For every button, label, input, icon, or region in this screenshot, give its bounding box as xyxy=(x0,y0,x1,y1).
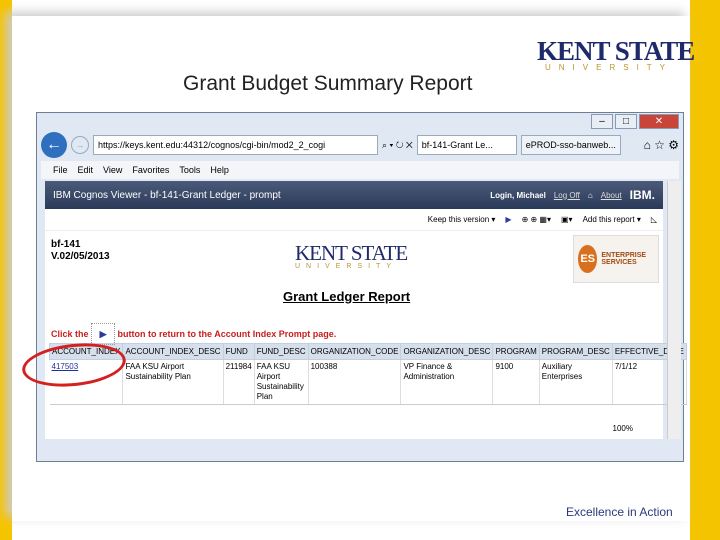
report-kent-state-logo: KENT STATE UNIVERSITY xyxy=(295,241,408,270)
enterprise-services-logo: ES ENTERPRISE SERVICES xyxy=(573,235,659,283)
report-title: Grant Ledger Report xyxy=(283,289,411,304)
address-bar[interactable]: https://keys.kent.edu:44312/cognos/cgi-b… xyxy=(93,135,378,155)
column-header: PROGRAM_DESC xyxy=(538,343,613,360)
table-cell: 9100 xyxy=(492,359,540,405)
kent-state-logo: KENT STATE UNIVERSITY xyxy=(537,36,695,72)
column-header: PROGRAM xyxy=(492,343,540,360)
browser-window: – □ ✕ ← → https://keys.kent.edu:44312/cogn… xyxy=(36,112,688,462)
column-header: FUND xyxy=(222,343,255,360)
back-button[interactable]: ← xyxy=(41,132,67,158)
run-icon[interactable]: ▶ xyxy=(505,215,511,224)
close-button[interactable]: ✕ xyxy=(639,114,679,129)
ibm-logo: IBM. xyxy=(629,188,655,202)
maximize-button[interactable]: □ xyxy=(615,114,637,129)
table-cell: 211984 xyxy=(223,359,255,405)
forward-button[interactable]: → xyxy=(71,136,89,154)
table-cell: VP Finance & Administration xyxy=(400,359,494,405)
menu-bar: File Edit View Favorites Tools Help xyxy=(41,161,679,179)
page-content: IBM Cognos Viewer - bf-141-Grant Ledger … xyxy=(45,181,688,439)
keep-version-button[interactable]: Keep this version ▾ xyxy=(428,215,496,224)
return-prompt-button[interactable]: ▶ xyxy=(91,323,116,345)
table-cell: FAA KSU Airport Sustainability Plan xyxy=(254,359,309,405)
tab-eprod[interactable]: ePROD-sso-banweb... xyxy=(520,135,621,155)
slide-title: Grant Budget Summary Report xyxy=(183,72,473,95)
tagline: Excellence in Action xyxy=(566,505,673,519)
vertical-scrollbar[interactable] xyxy=(667,181,681,439)
format-icon[interactable]: ▣▾ xyxy=(561,215,573,224)
drill-icons[interactable]: ⊕ ⊕ ▦▾ xyxy=(522,215,551,224)
column-header: ORGANIZATION_DESC xyxy=(400,343,494,360)
cognos-header: IBM Cognos Viewer - bf-141-Grant Ledger … xyxy=(45,181,663,209)
search-icon[interactable]: ⌕ ▾ ↻ ✕ xyxy=(382,140,413,151)
menu-favorites[interactable]: Favorites xyxy=(132,161,169,179)
slide-stripe-left xyxy=(0,0,12,540)
instruction-text: Click the ▶ button to return to the Acco… xyxy=(45,323,663,345)
about-link[interactable]: About xyxy=(601,191,622,200)
menu-help[interactable]: Help xyxy=(210,161,229,179)
menu-file[interactable]: File xyxy=(53,161,68,179)
report-version: bf-141 V.02/05/2013 xyxy=(51,239,110,262)
home-star-gear-icons[interactable]: ⌂ ☆ ⚙ xyxy=(644,138,679,152)
menu-edit[interactable]: Edit xyxy=(78,161,94,179)
column-header: ACCOUNT_INDEX_DESC xyxy=(122,343,224,360)
cognos-title: IBM Cognos Viewer - bf-141-Grant Ledger … xyxy=(53,189,281,201)
minimize-button[interactable]: – xyxy=(591,114,613,129)
report-table: ACCOUNT_INDEX ACCOUNT_INDEX_DESC FUND FUND_… xyxy=(48,343,688,405)
add-report-button[interactable]: Add this report ▾ xyxy=(583,215,641,224)
table-row: 417503 FAA KSU Airport Sustainability Pla… xyxy=(49,359,688,405)
chart-icon[interactable]: ◺ xyxy=(651,215,657,224)
status-bar: 100% xyxy=(45,419,663,439)
table-cell: Auxiliary Enterprises xyxy=(539,359,613,405)
home-icon[interactable]: ⌂ xyxy=(588,191,593,200)
table-cell: FAA KSU Airport Sustainability Plan xyxy=(122,359,224,405)
menu-view[interactable]: View xyxy=(103,161,122,179)
user-name: Login, Michael xyxy=(490,190,546,200)
slide-stripe-right xyxy=(690,0,720,540)
table-cell: 100388 xyxy=(308,359,402,405)
logoff-link[interactable]: Log Off xyxy=(554,191,580,200)
window-controls: – □ ✕ xyxy=(591,114,679,129)
cognos-toolbar: Keep this version ▾ ▶ ⊕ ⊕ ▦▾ ▣▾ Add this… xyxy=(45,209,663,231)
zoom-level[interactable]: 100% xyxy=(613,424,633,433)
column-header: FUND_DESC xyxy=(253,343,309,360)
menu-tools[interactable]: Tools xyxy=(179,161,200,179)
tab-grant-ledger[interactable]: bf-141-Grant Le... xyxy=(416,135,517,155)
column-header: ORGANIZATION_CODE xyxy=(307,343,402,360)
